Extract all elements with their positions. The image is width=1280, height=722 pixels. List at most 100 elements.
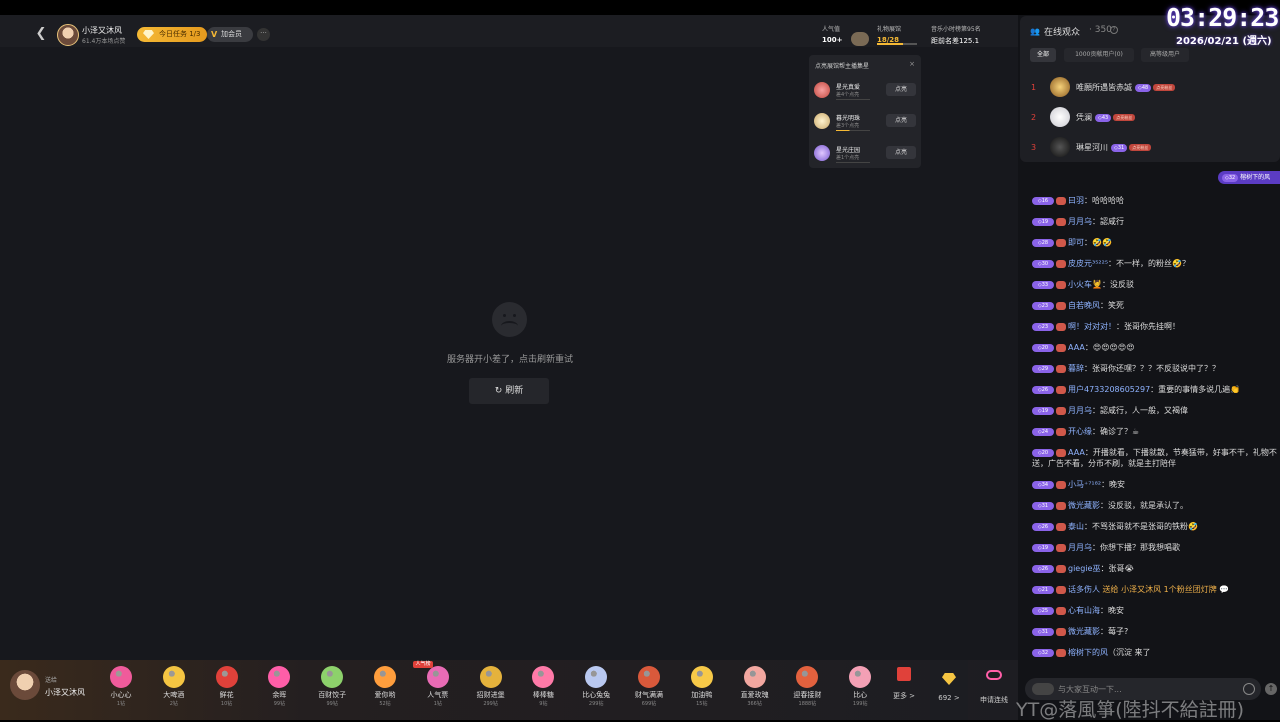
viewer-row[interactable]: 凭澜 ◇43 点亮粉丝 [1076, 112, 1136, 123]
chat-message[interactable]: ◇31 微光藏影：没反驳，就是承认了。 [1032, 500, 1278, 511]
chat-message[interactable]: ◇19 月月乌：你想下播？那我想唱歌 [1032, 542, 1278, 553]
back-icon[interactable]: ❮ [33, 26, 49, 42]
emoji-icon[interactable] [1243, 683, 1255, 695]
chat-username[interactable]: 心有山海 [1068, 606, 1100, 615]
chat-username[interactable]: 榕树下的风 [1068, 648, 1108, 657]
send-icon[interactable]: ↑ [1265, 683, 1277, 695]
chat-message[interactable]: ◇24 开心缘：确诊了？☕ [1032, 426, 1278, 437]
level-badge: ◇31 [1111, 143, 1128, 152]
chat-message[interactable]: ◇23 自若晚风：笑死 [1032, 300, 1278, 311]
gift-item[interactable]: 招财进堡 299钻 [465, 663, 517, 718]
join-member-button[interactable]: V 加会员 [207, 27, 253, 42]
chat-username[interactable]: AAA [1068, 448, 1085, 457]
gift-item[interactable]: 加油鸭 15钻 [676, 663, 728, 718]
chat-message[interactable]: ◇25 心有山海：晚安 [1032, 605, 1278, 616]
chat-username[interactable]: 小马⁺⁷¹⁸² [1068, 480, 1101, 489]
chat-username[interactable]: 暮辞 [1068, 364, 1084, 373]
chat-username[interactable]: 微光藏影 [1068, 627, 1100, 636]
hourly-rank-block[interactable]: 音乐小时榜第95名 距前名差125.1 [931, 24, 981, 46]
chat-username[interactable]: AAA [1068, 343, 1085, 352]
lightup-button[interactable]: 点亮 [886, 114, 916, 127]
lightup-button[interactable]: 点亮 [886, 146, 916, 159]
chat-message[interactable]: ◇19 月月乌：認咸行 [1032, 216, 1278, 227]
gift-item[interactable]: 比心 199钻 [834, 663, 886, 718]
chat-username[interactable]: 曰羽 [1068, 196, 1084, 205]
chat-username[interactable]: giegie巫 [1068, 564, 1100, 573]
chat-username[interactable]: 月月乌 [1068, 217, 1092, 226]
apply-connect-button[interactable]: 申请连线 [970, 660, 1018, 720]
chat-username[interactable]: 微光藏影 [1068, 501, 1100, 510]
chat-message[interactable]: ◇32 榕树下的风（沉淀 来了 [1032, 647, 1278, 658]
gift-item[interactable]: 迎春接财 1888钻 [781, 663, 833, 718]
tab-all[interactable]: 全部 [1030, 48, 1056, 62]
chat-username[interactable]: 啊！对对对！ [1068, 322, 1116, 331]
chat-message[interactable]: ◇26 giegie巫：张哥😭 [1032, 563, 1278, 574]
gift-item[interactable]: 棒棒糖 9钻 [517, 663, 569, 718]
chat-message[interactable]: ◇33 小火车💆：没反驳 [1032, 279, 1278, 290]
close-icon[interactable]: × [909, 60, 915, 68]
chat-message[interactable]: ◇31 微光藏影：莓子? [1032, 626, 1278, 637]
help-icon[interactable]: ? [1110, 26, 1118, 34]
gift-item[interactable]: 百财饺子 99钻 [306, 663, 358, 718]
daily-task-button[interactable]: 今日任务 1/3 [137, 27, 207, 42]
chat-username[interactable]: 小火车💆 [1068, 280, 1102, 289]
chat-message[interactable]: ◇26 泰山：不骂张哥就不是张哥的铁粉🤣 [1032, 521, 1278, 532]
more-icon[interactable]: ··· [257, 28, 270, 41]
chat-message[interactable]: ◇26 用户4733208605297：重要的事情多说几遍👏 [1032, 384, 1278, 395]
diamond-balance[interactable]: 692 > [930, 660, 968, 720]
chat-message[interactable]: ◇20 AAA：开播就看，下播就散，节奏猛带，好事不干，礼物不送，广告不看，分币不… [1032, 447, 1278, 469]
gift-hall-block[interactable]: 礼物展馆 18/28 [877, 24, 901, 44]
chat-message[interactable]: ◇28 即可：🤣🤣 [1032, 237, 1278, 248]
gift-item[interactable]: 鲜花 10钻 [201, 663, 253, 718]
chat-text: ：哈哈哈哈 [1084, 196, 1124, 205]
gift-item[interactable]: 爱你哟 52钻 [359, 663, 411, 718]
gift-item[interactable]: 直爱玫瑰 366钻 [729, 663, 781, 718]
chat-username[interactable]: 皮皮元³⁵²²⁵ [1068, 259, 1108, 268]
viewer-avatar[interactable] [1050, 107, 1070, 127]
chat-input[interactable]: 与大家互动一下... [1058, 684, 1122, 695]
gift-price: 1钻 [433, 701, 442, 707]
chat-message[interactable]: ◇16 曰羽：哈哈哈哈 [1032, 195, 1278, 206]
viewer-rank: 2 [1031, 113, 1037, 122]
gift-item[interactable]: 比心兔兔 299钻 [570, 663, 622, 718]
chat-username[interactable]: 话多伤人 [1068, 585, 1100, 594]
gift-item[interactable]: 人气票 1钻 [412, 663, 464, 718]
gift-item[interactable]: 财气满满 699钻 [623, 663, 675, 718]
gift-item[interactable]: 余晖 99钻 [253, 663, 305, 718]
host-avatar[interactable] [57, 24, 79, 46]
viewer-row[interactable]: 琳星河川 ◇31 点亮粉丝 [1076, 142, 1152, 153]
tab-high-level[interactable]: 高等级用户 [1141, 48, 1189, 62]
chat-message[interactable]: ◇19 月月乌：認咸行，人一般，又褐偉 [1032, 405, 1278, 416]
toggle-icon[interactable] [1032, 683, 1054, 695]
gift-name: 财气满满 [635, 691, 663, 699]
chat-message[interactable]: ◇21 话多伤人 送给 小泽又沐风 1个粉丝团灯牌 💬 [1032, 584, 1278, 595]
viewer-avatar[interactable] [1050, 77, 1070, 97]
lightup-button[interactable]: 点亮 [886, 83, 916, 96]
chat-username[interactable]: 开心缘 [1068, 427, 1092, 436]
chat-username[interactable]: 月月乌 [1068, 543, 1092, 552]
chat-message[interactable]: ◇20 AAA：😍😍😍😍😍 [1032, 342, 1278, 353]
viewer-avatar[interactable] [1050, 137, 1070, 157]
gift-item[interactable]: 小心心 1钻 [95, 663, 147, 718]
refresh-button[interactable]: ↻ 刷新 [469, 378, 549, 404]
chat-username[interactable]: 用户4733208605297 [1068, 385, 1150, 394]
gift-target-avatar[interactable] [10, 670, 40, 700]
fan-heart-icon [1056, 564, 1066, 573]
chat-message[interactable]: ◇30 皮皮元³⁵²²⁵：不一样，的粉丝🤣？ [1032, 258, 1278, 269]
tab-contributors[interactable]: 1000贡献用户(0) [1064, 48, 1134, 62]
gift-icon [690, 666, 713, 688]
gift-target-name[interactable]: 小泽又沐风 [45, 687, 85, 698]
popularity-block[interactable]: 人气值 100+ [822, 24, 842, 44]
chat-username[interactable]: 月月乌 [1068, 406, 1092, 415]
chat-message[interactable]: ◇34 小马⁺⁷¹⁸²：晚安 [1032, 479, 1278, 490]
chat-username[interactable]: 自若晚风 [1068, 301, 1100, 310]
more-gifts-button[interactable]: 更多 > [886, 664, 922, 714]
chat-username[interactable]: 泰山 [1068, 522, 1084, 531]
chat-message[interactable]: ◇23 啊！对对对！：张哥你先挂啊！ [1032, 321, 1278, 332]
viewer-row[interactable]: 唯願所遇皆赤誠 ◇48 点亮粉丝 [1076, 82, 1176, 93]
chat-message[interactable]: ◇29 暮辞：张哥你还嘿？？？不反驳说中了？？ [1032, 363, 1278, 374]
level-badge: ◇43 [1095, 113, 1112, 122]
gift-item[interactable]: 大啤酒 2钻 [148, 663, 200, 718]
host-name[interactable]: 小泽又沐风 [82, 25, 122, 36]
chat-username[interactable]: 即可 [1068, 238, 1084, 247]
